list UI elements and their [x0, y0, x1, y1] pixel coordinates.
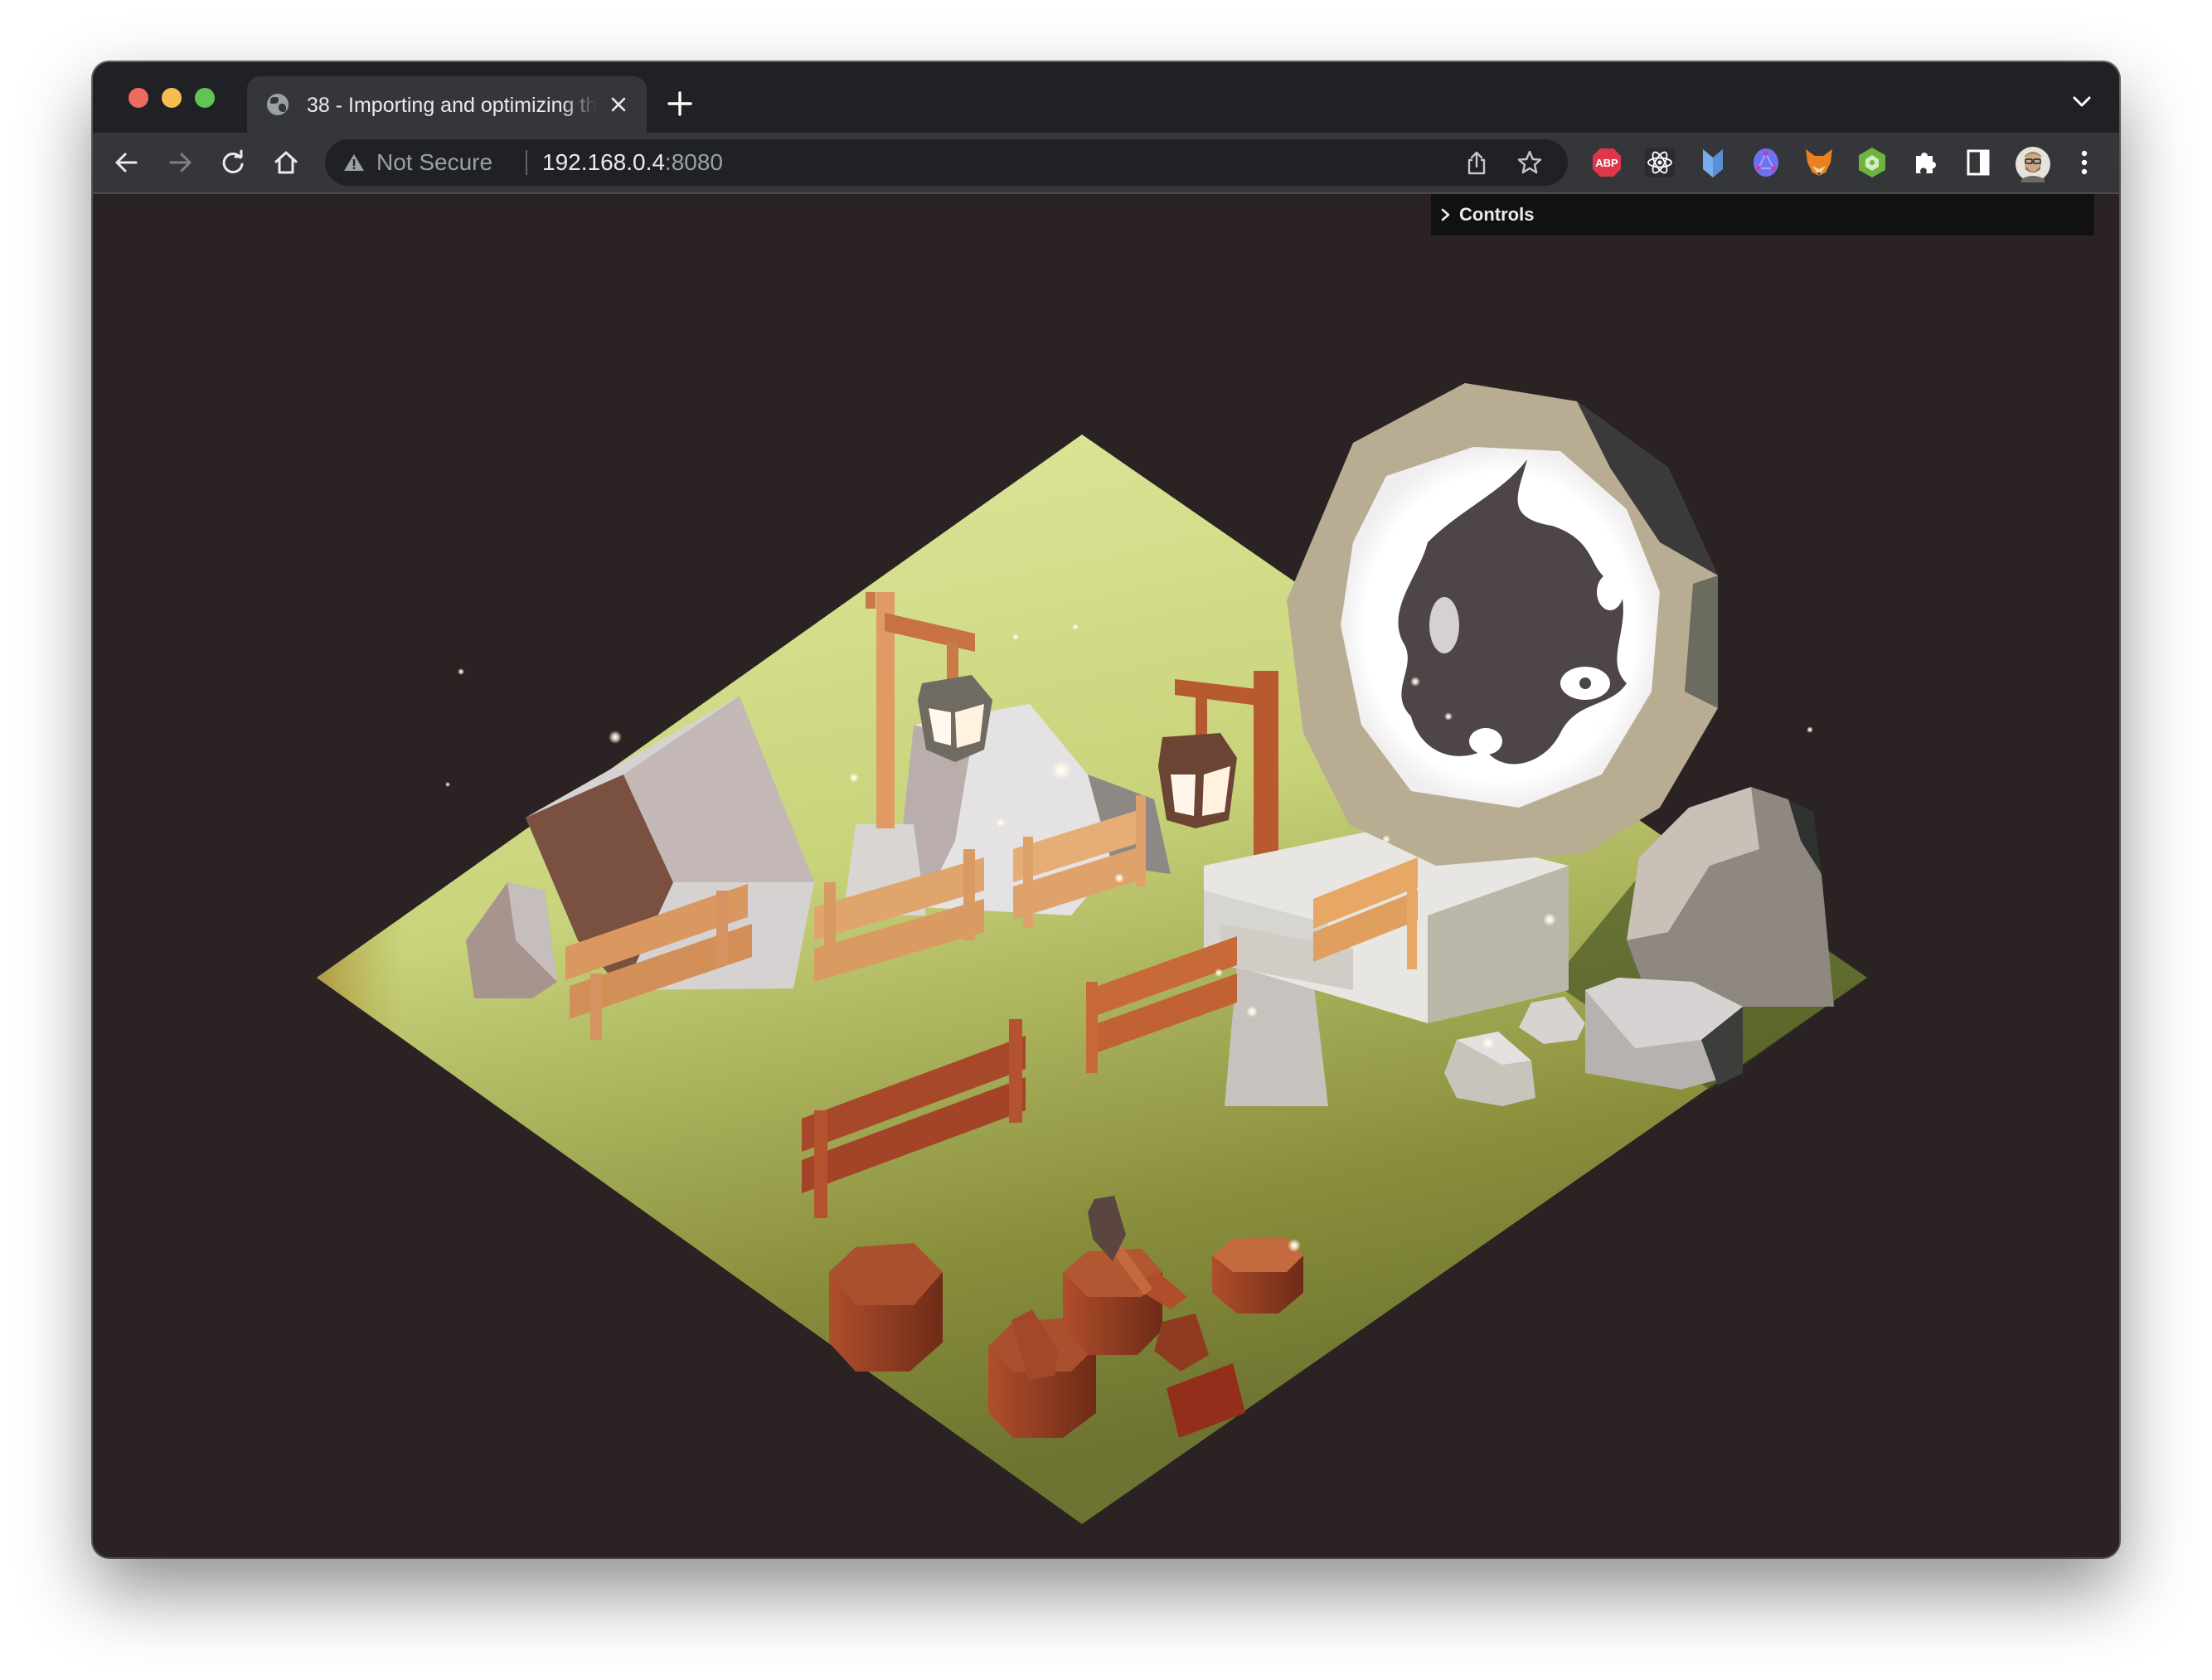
url-text[interactable]: 192.168.0.4:8080 — [542, 149, 723, 176]
close-window-button[interactable] — [129, 88, 148, 108]
star-icon[interactable] — [1516, 149, 1543, 176]
reload-button[interactable] — [218, 148, 248, 177]
webgl-canvas[interactable]: Controls — [93, 194, 2119, 1557]
omnibox-divider — [526, 150, 527, 175]
controls-panel[interactable]: Controls — [1431, 194, 2094, 235]
warning-triangle-icon[interactable] — [343, 153, 365, 172]
portal — [1287, 383, 1718, 866]
home-icon — [274, 151, 298, 174]
minimize-window-button[interactable] — [162, 88, 182, 108]
tab-close-button[interactable] — [605, 91, 632, 118]
browser-window: 38 - Importing and optimizing the scene … — [93, 62, 2119, 1557]
controls-title: Controls — [1459, 204, 1535, 225]
address-bar[interactable]: Not Secure 192.168.0.4:8080 — [325, 139, 1568, 186]
rock-large-right — [1627, 787, 1834, 1007]
tab-search-button[interactable] — [2069, 92, 2094, 112]
react-devtools-icon[interactable] — [1643, 146, 1676, 179]
more-menu-icon[interactable] — [2068, 146, 2101, 179]
profile-avatar[interactable] — [2015, 146, 2050, 182]
maximize-window-button[interactable] — [195, 88, 215, 108]
stump-axe — [1063, 1249, 1162, 1355]
reload-icon — [222, 149, 244, 173]
side-panel-icon[interactable] — [1962, 146, 1995, 179]
adblock-plus-icon[interactable]: ABP — [1590, 146, 1623, 179]
plus-icon — [667, 91, 692, 116]
tab-title: 38 - Importing and optimizing the scene — [307, 94, 597, 117]
tab-active[interactable]: 38 - Importing and optimizing the scene — [247, 76, 647, 133]
chevron-right-icon — [1441, 208, 1450, 221]
chevron-down-icon — [2073, 96, 2091, 107]
globe-icon — [267, 94, 289, 115]
extensions-puzzle-icon[interactable] — [1909, 146, 1942, 179]
stump-left — [829, 1243, 943, 1372]
arrow-left-icon — [115, 153, 138, 172]
metamask-fox-icon[interactable] — [1802, 146, 1836, 179]
new-tab-button[interactable] — [665, 89, 695, 119]
back-button[interactable] — [112, 148, 142, 177]
url-port: :8080 — [664, 149, 723, 175]
share-icon[interactable] — [1464, 150, 1489, 175]
close-icon — [611, 97, 626, 112]
tab-strip: 38 - Importing and optimizing the scene — [93, 62, 2119, 133]
url-host: 192.168.0.4 — [542, 149, 665, 175]
forward-button[interactable] — [165, 148, 195, 177]
bookmark-extension-icon[interactable] — [1696, 146, 1729, 179]
arrow-right-icon — [169, 153, 192, 172]
toolbar: Not Secure 192.168.0.4:8080 ABP — [93, 133, 2119, 194]
svg-text:ABP: ABP — [1595, 157, 1618, 169]
home-button[interactable] — [271, 148, 301, 177]
security-status[interactable]: Not Secure — [376, 149, 492, 176]
apollo-devtools-icon[interactable] — [1749, 146, 1783, 179]
vue-green-hex-icon[interactable] — [1855, 146, 1889, 179]
3d-scene — [317, 383, 1867, 1524]
